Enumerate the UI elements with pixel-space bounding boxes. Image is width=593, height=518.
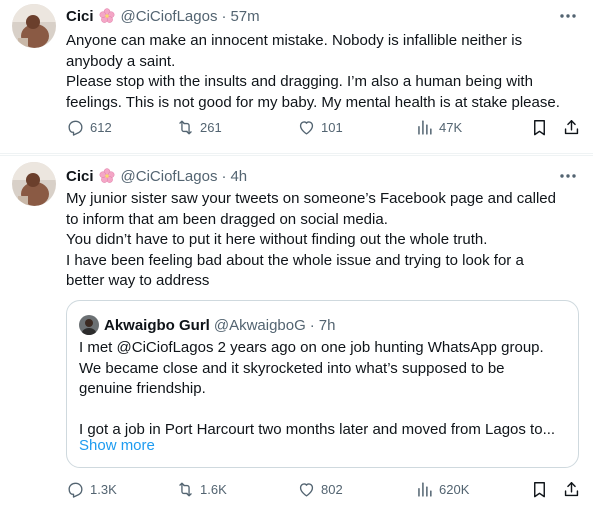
author-name[interactable]: Cici [66, 168, 94, 185]
views-button[interactable]: 47K [415, 118, 462, 137]
avatar[interactable] [12, 4, 56, 48]
tweet-text-line: I have been feeling bad about the whole … [66, 251, 524, 269]
quoted-tweet[interactable]: Akwaigbo Gurl @AkwaigboG · 7h I met @CiC… [66, 300, 579, 468]
action-bar: 612 261 101 47K [66, 118, 582, 142]
more-icon[interactable] [557, 166, 579, 186]
reply-button[interactable]: 612 [66, 118, 112, 137]
quoted-text-line: We became close and it skyrocketed into … [79, 359, 505, 377]
share-button[interactable] [562, 118, 581, 137]
like-count: 101 [321, 120, 343, 135]
repost-button[interactable]: 261 [176, 118, 222, 137]
bookmark-button[interactable] [530, 118, 549, 137]
share-icon [564, 120, 579, 135]
views-count: 47K [439, 120, 463, 135]
timestamp[interactable]: 57m [230, 8, 259, 25]
tweet-text: My junior sister saw your tweets on some… [66, 189, 581, 292]
divider [0, 155, 593, 156]
reply-count: 1.3K [90, 482, 117, 497]
reply-icon [68, 120, 83, 136]
author-handle[interactable]: @CiCiofLagos [121, 8, 218, 25]
quoted-timestamp[interactable]: 7h [319, 317, 336, 334]
quoted-author-name[interactable]: Akwaigbo Gurl [104, 317, 210, 334]
tweet-text-line: feelings. This is not good for my baby. … [66, 93, 560, 111]
more-icon[interactable] [557, 6, 579, 26]
like-button[interactable]: 802 [297, 480, 343, 499]
tweet-text-line: You didn’t have to put it here without f… [66, 231, 488, 248]
tweet-text-line: Please stop with the insults and draggin… [66, 73, 533, 90]
separator-dot: · [221, 167, 227, 185]
bookmark-icon [534, 120, 545, 136]
quoted-text: I met @CiCiofLagos 2 years ago on one jo… [79, 338, 571, 441]
like-count: 802 [321, 482, 343, 497]
tweet-text-line: to inform that am been dragged on social… [66, 210, 388, 228]
quoted-avatar[interactable] [79, 315, 99, 335]
quoted-text-line: genuine friendship. [79, 380, 206, 397]
divider [0, 153, 593, 154]
views-icon [418, 482, 432, 497]
cherry-blossom-icon [99, 8, 115, 24]
views-count: 620K [439, 482, 470, 497]
tweet-text-line: My junior sister saw your tweets on some… [66, 190, 556, 207]
reply-button[interactable]: 1.3K [66, 480, 117, 499]
share-icon [564, 482, 579, 497]
reply-count: 612 [90, 120, 112, 135]
views-button[interactable]: 620K [415, 480, 469, 499]
quoted-text-line: I met @CiCiofLagos 2 years ago on one jo… [79, 339, 544, 356]
author-name[interactable]: Cici [66, 8, 94, 25]
heart-icon [299, 483, 314, 497]
repost-icon [179, 482, 192, 497]
tweet-text: Anyone can make an innocent mistake. Nob… [66, 31, 581, 113]
quoted-text-line: I got a job in Port Harcourt two months … [79, 421, 556, 438]
repost-count: 261 [200, 120, 222, 135]
bookmark-button[interactable] [530, 480, 549, 499]
quoted-text-line [79, 400, 571, 421]
avatar[interactable] [12, 162, 56, 206]
separator-dot: · [309, 316, 315, 334]
reply-icon [68, 482, 83, 498]
timestamp[interactable]: 4h [230, 168, 247, 185]
like-button[interactable]: 101 [297, 118, 343, 137]
heart-icon [299, 121, 314, 135]
cherry-blossom-icon [99, 168, 115, 184]
quoted-author-handle[interactable]: @AkwaigboG [214, 317, 306, 334]
share-button[interactable] [562, 480, 581, 499]
tweet-text-line: better way to address [66, 272, 210, 289]
repost-icon [179, 120, 192, 135]
bookmark-icon [534, 482, 545, 498]
tweet-text-line: Anyone can make an innocent mistake. Nob… [66, 32, 523, 49]
repost-button[interactable]: 1.6K [176, 480, 227, 499]
tweet-text-line: anybody a saint. [66, 52, 176, 70]
views-icon [418, 120, 432, 135]
show-more-link[interactable]: Show more [79, 437, 155, 454]
author-handle[interactable]: @CiCiofLagos [121, 168, 218, 185]
separator-dot: · [221, 7, 227, 25]
action-bar: 1.3K 1.6K 802 620K [66, 480, 582, 504]
repost-count: 1.6K [200, 482, 227, 497]
